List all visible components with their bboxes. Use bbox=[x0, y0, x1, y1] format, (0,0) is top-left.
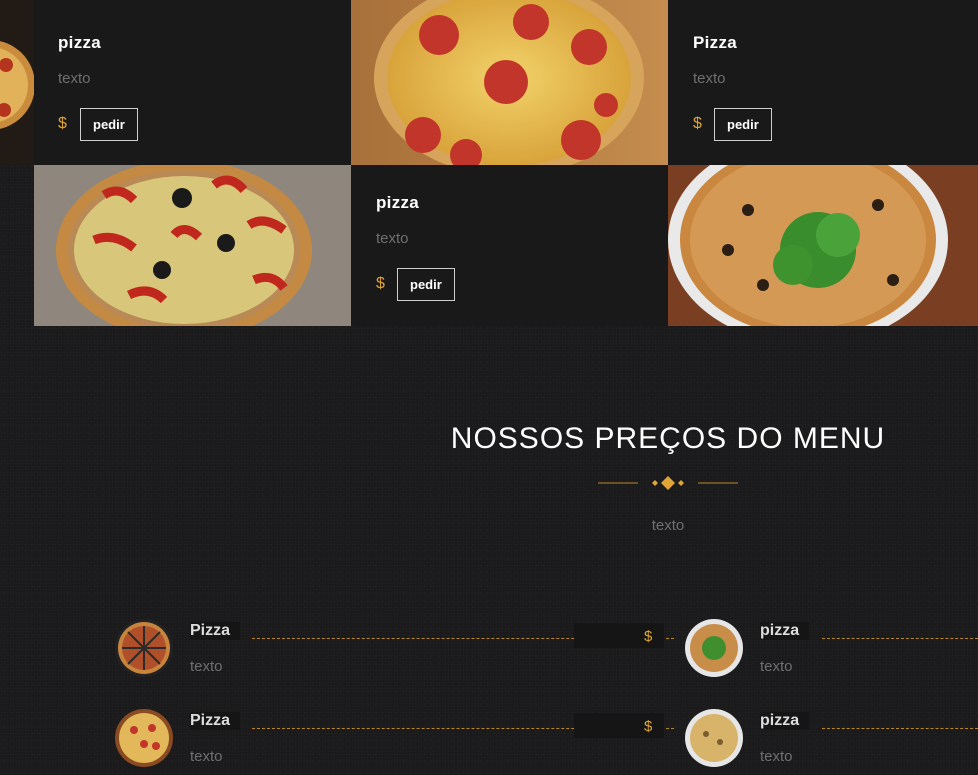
pizza-gallery-grid: pizza texto $ pedir Pizza texto $ pedir … bbox=[0, 0, 978, 326]
menu-item-description: texto bbox=[760, 748, 793, 765]
menu-item-name: Pizza bbox=[190, 712, 241, 730]
menu-item-price: $ bbox=[644, 628, 653, 645]
card-title: pizza bbox=[58, 33, 102, 52]
section-title: NOSSOS PREÇOS DO MENU bbox=[450, 422, 886, 455]
pizza-thumbnail bbox=[684, 708, 744, 768]
order-button[interactable]: pedir bbox=[397, 268, 455, 301]
pizza-photo bbox=[668, 165, 978, 326]
price-leader-dots bbox=[822, 728, 978, 729]
menu-card: Pizza texto $ pedir bbox=[668, 0, 978, 165]
menu-item-description: texto bbox=[190, 658, 223, 675]
card-description: texto bbox=[693, 70, 726, 87]
menu-item-name: Pizza bbox=[190, 622, 241, 640]
pizza-thumbnail bbox=[684, 618, 744, 678]
card-title: pizza bbox=[376, 193, 420, 212]
menu-item-price: $ bbox=[644, 718, 653, 735]
menu-list-item: pizza texto bbox=[684, 708, 978, 768]
menu-item-description: texto bbox=[760, 658, 793, 675]
menu-card: pizza texto $ pedir bbox=[34, 0, 351, 165]
order-button[interactable]: pedir bbox=[80, 108, 138, 141]
menu-item-name: pizza bbox=[760, 712, 810, 730]
card-description: texto bbox=[58, 70, 91, 87]
pizza-thumbnail bbox=[114, 708, 174, 768]
menu-item-name: pizza bbox=[760, 622, 810, 640]
card-price: $ bbox=[376, 275, 385, 292]
pizza-photo bbox=[34, 165, 351, 326]
menu-card: pizza texto $ pedir bbox=[351, 165, 668, 326]
card-price: $ bbox=[58, 115, 67, 132]
menu-list-item: pizza texto bbox=[684, 618, 978, 678]
pizza-thumbnail bbox=[114, 618, 174, 678]
section-subtitle: texto bbox=[651, 517, 685, 534]
menu-list-item: Pizza $ texto bbox=[114, 618, 674, 678]
card-price: $ bbox=[693, 115, 702, 132]
diamond-divider-icon bbox=[598, 476, 738, 490]
pizza-photo bbox=[351, 0, 668, 165]
card-title: Pizza bbox=[693, 33, 738, 52]
menu-list-item: Pizza $ texto bbox=[114, 708, 674, 768]
pizza-photo-partial bbox=[0, 0, 34, 165]
order-button[interactable]: pedir bbox=[714, 108, 772, 141]
price-leader-dots bbox=[822, 638, 978, 639]
card-description: texto bbox=[376, 230, 409, 247]
menu-item-description: texto bbox=[190, 748, 223, 765]
